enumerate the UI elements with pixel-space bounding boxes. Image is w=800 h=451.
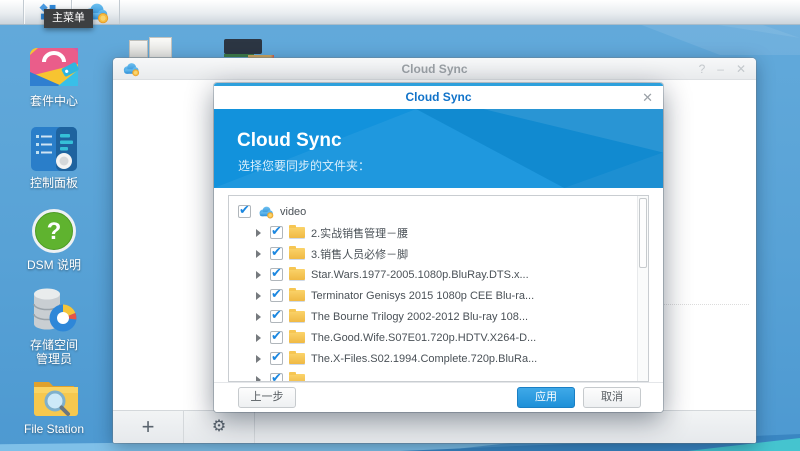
taskbar [0, 0, 800, 25]
dialog-title: Cloud Sync [214, 86, 663, 109]
shortcut-package-center[interactable]: 套件中心 [10, 42, 98, 108]
folder-icon [289, 311, 305, 322]
shortcut-file-station[interactable]: File Station [10, 374, 98, 436]
svg-text:?: ? [47, 218, 62, 245]
checkbox-checked[interactable] [270, 310, 283, 323]
folder-icon [289, 353, 305, 364]
dialog-footer: 上一步 应用 取消 [214, 382, 663, 412]
checkbox-checked[interactable] [270, 352, 283, 365]
tree-row-root[interactable]: video [229, 201, 648, 222]
apply-button[interactable]: 应用 [517, 387, 575, 408]
tree-row[interactable]: 3.销售人员必修－脚 [229, 243, 648, 264]
tree-label: 3.销售人员必修－脚 [311, 246, 408, 262]
expand-arrow-icon[interactable] [256, 271, 261, 279]
shortcut-label: DSM 说明 [10, 258, 98, 272]
checkbox-checked[interactable] [270, 289, 283, 302]
close-icon[interactable]: ✕ [642, 86, 653, 109]
window-bottom-toolbar: + ⚙ [113, 410, 756, 443]
expand-arrow-icon[interactable] [256, 334, 261, 342]
plus-icon: + [142, 416, 155, 438]
tree-row[interactable]: 2.实战销售管理－腰 [229, 222, 648, 243]
checkbox-checked[interactable] [270, 268, 283, 281]
control-panel-icon [30, 126, 78, 172]
expand-arrow-icon[interactable] [256, 292, 261, 300]
tree-row[interactable]: Star.Wars.1977-2005.1080p.BluRay.DTS.x..… [229, 264, 648, 285]
tree-row[interactable]: The.X-Files.S02.1994.Complete.720p.BluRa… [229, 348, 648, 369]
desktop: 主菜单 套件中心 控制面板 [0, 0, 800, 451]
dsm-help-icon: ? [31, 208, 77, 254]
tree-label: The Bourne Trilogy 2002-2012 Blu-ray 108… [311, 311, 528, 323]
shortcut-label: 存储空间管理员 [25, 338, 83, 366]
tree-label: The.X-Files.S02.1994.Complete.720p.BluRa… [311, 353, 537, 365]
taskbar-spacer [0, 0, 24, 24]
desk-object-nas [149, 37, 172, 58]
dialog-titlebar[interactable]: Cloud Sync ✕ [214, 86, 663, 109]
checkbox-checked[interactable] [238, 205, 251, 218]
tree-label: 2.实战销售管理－腰 [311, 225, 408, 241]
shortcut-label: 套件中心 [10, 94, 98, 108]
minimize-button[interactable]: – [717, 62, 724, 76]
cloud-sync-icon [257, 205, 275, 219]
window-titlebar[interactable]: Cloud Sync ? – ✕ [113, 58, 756, 80]
tree-label: Terminator Genisys 2015 1080p CEE Blu-ra… [311, 290, 534, 302]
expand-arrow-icon[interactable] [256, 229, 261, 237]
expand-arrow-icon[interactable] [256, 313, 261, 321]
desk-object-nas [129, 40, 148, 58]
dialog-banner: Cloud Sync 选择您要同步的文件夹： [214, 109, 663, 188]
checkbox-checked[interactable] [270, 247, 283, 260]
checkbox-checked[interactable] [270, 226, 283, 239]
cloud-sync-dialog: Cloud Sync ✕ Cloud Sync 选择您要同步的文件夹： vide… [214, 83, 663, 412]
add-connection-button[interactable]: + [113, 411, 184, 443]
checkbox-checked[interactable] [270, 373, 283, 382]
storage-manager-icon [30, 287, 78, 334]
folder-tree: video 2.实战销售管理－腰 3.销售人员必修－脚 Star.Wars.19… [228, 195, 649, 382]
scrollbar-thumb[interactable] [639, 198, 647, 268]
file-station-icon [30, 374, 78, 418]
folder-icon [289, 227, 305, 238]
folder-icon [289, 290, 305, 301]
banner-title: Cloud Sync [237, 130, 342, 152]
tree-row[interactable]: The Bourne Trilogy 2002-2012 Blu-ray 108… [229, 306, 648, 327]
expand-arrow-icon[interactable] [256, 355, 261, 363]
checkbox-checked[interactable] [270, 331, 283, 344]
desk-object-nas [224, 39, 262, 54]
tree-label: Star.Wars.1977-2005.1080p.BluRay.DTS.x..… [311, 269, 529, 281]
cancel-button[interactable]: 取消 [583, 387, 641, 408]
close-button[interactable]: ✕ [736, 62, 746, 76]
folder-icon [289, 332, 305, 343]
settings-button[interactable]: ⚙ [184, 411, 255, 443]
shortcut-label: 控制面板 [10, 176, 98, 190]
folder-icon [289, 248, 305, 259]
banner-subtitle: 选择您要同步的文件夹： [238, 157, 370, 174]
tree-row[interactable]: The.Good.Wife.S07E01.720p.HDTV.X264-D... [229, 327, 648, 348]
window-title: Cloud Sync [113, 58, 756, 80]
package-center-icon [28, 42, 80, 90]
tree-label: video [280, 206, 306, 218]
tree-row-partial[interactable] [229, 369, 648, 382]
scrollbar-track[interactable] [637, 196, 648, 381]
shortcut-storage-manager[interactable]: 存储空间管理员 [10, 287, 98, 366]
shortcut-control-panel[interactable]: 控制面板 [10, 126, 98, 190]
shortcut-label: File Station [10, 422, 98, 436]
gear-icon: ⚙ [212, 419, 226, 435]
expand-arrow-icon[interactable] [256, 250, 261, 258]
folder-icon [289, 374, 305, 382]
back-button[interactable]: 上一步 [238, 387, 296, 408]
tree-label: The.Good.Wife.S07E01.720p.HDTV.X264-D... [311, 332, 536, 344]
tree-row[interactable]: Terminator Genisys 2015 1080p CEE Blu-ra… [229, 285, 648, 306]
shortcut-dsm-help[interactable]: ? DSM 说明 [10, 208, 98, 272]
main-menu-tooltip: 主菜单 [44, 9, 93, 28]
help-button[interactable]: ? [699, 62, 706, 76]
folder-icon [289, 269, 305, 280]
divider-dotted [653, 304, 749, 305]
